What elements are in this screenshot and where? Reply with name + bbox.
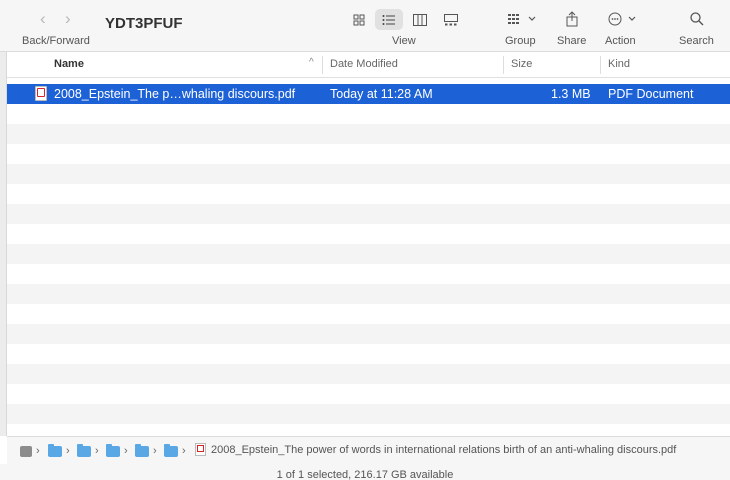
list-view-button[interactable] (375, 9, 403, 30)
search-icon (690, 12, 704, 26)
chevron-right-icon: › (153, 445, 157, 457)
empty-row (7, 144, 730, 164)
folder-icon (135, 443, 149, 457)
empty-row (7, 244, 730, 264)
grid-icon (353, 14, 365, 25)
file-kind: PDF Document (608, 87, 694, 101)
column-kind[interactable]: Kind (608, 58, 630, 70)
share-button[interactable] (563, 10, 581, 28)
chevron-right-icon: › (66, 445, 70, 457)
empty-row (7, 304, 730, 324)
column-header: Name ^ Date Modified Size Kind (7, 53, 730, 78)
group-label: Group (505, 35, 536, 47)
gallery-view-button[interactable] (437, 9, 465, 30)
back-icon[interactable]: ‹ (40, 9, 46, 29)
sort-ascending-icon: ^ (309, 57, 314, 68)
file-name: 2008_Epstein_The p…whaling discours.pdf (54, 87, 296, 101)
path-segment[interactable]: › (48, 443, 70, 457)
empty-row (7, 344, 730, 364)
empty-row (7, 204, 730, 224)
path-file-name[interactable]: 2008_Epstein_The power of words in inter… (211, 444, 676, 456)
folder-icon (164, 443, 178, 457)
share-label: Share (557, 35, 587, 47)
path-segment[interactable]: › (20, 445, 40, 457)
empty-row (7, 164, 730, 184)
sidebar-edge (0, 52, 7, 436)
file-date-modified: Today at 11:28 AM (330, 87, 433, 101)
folder-icon (77, 443, 91, 457)
folder-icon (106, 443, 120, 457)
columns-icon (413, 13, 427, 26)
chevron-right-icon: › (95, 445, 99, 457)
toolbar: ‹ › Back/Forward YDT3PFUF View Group Sha… (0, 0, 730, 52)
view-switcher (345, 9, 467, 31)
status-bar: 1 of 1 selected, 216.17 GB available (0, 464, 730, 480)
column-divider[interactable] (600, 56, 601, 74)
action-label: Action (605, 35, 636, 47)
empty-row (7, 104, 730, 124)
column-divider[interactable] (503, 56, 504, 74)
chevron-right-icon: › (182, 445, 186, 457)
chevron-right-icon: › (124, 445, 128, 457)
folder-icon (48, 443, 62, 457)
empty-row (7, 184, 730, 204)
empty-row (7, 404, 730, 424)
empty-row (7, 224, 730, 244)
empty-row (7, 424, 730, 436)
list-icon (382, 14, 395, 25)
icon-view-button[interactable] (345, 9, 373, 30)
group-icon (508, 14, 536, 24)
more-icon (608, 12, 636, 26)
file-size: 1.3 MB (551, 87, 591, 101)
path-segment[interactable]: › (106, 443, 128, 457)
action-button[interactable] (607, 10, 639, 28)
forward-icon[interactable]: › (65, 9, 71, 29)
column-date-modified[interactable]: Date Modified (330, 58, 398, 70)
file-row[interactable]: 2008_Epstein_The p…whaling discours.pdf … (7, 84, 730, 104)
window-title: YDT3PFUF (105, 15, 183, 32)
path-segment[interactable]: › (164, 443, 186, 457)
share-icon (566, 11, 578, 27)
empty-row (7, 124, 730, 144)
view-label: View (392, 35, 416, 47)
empty-row (7, 324, 730, 344)
gallery-icon (444, 13, 458, 25)
path-segment[interactable]: › (77, 443, 99, 457)
path-segment[interactable]: › (135, 443, 157, 457)
column-size[interactable]: Size (511, 58, 532, 70)
column-name[interactable]: Name (54, 58, 84, 70)
empty-row (7, 384, 730, 404)
empty-row (7, 364, 730, 384)
empty-row (7, 284, 730, 304)
column-divider[interactable] (322, 56, 323, 74)
back-forward-label: Back/Forward (22, 35, 90, 47)
empty-row (7, 264, 730, 284)
pdf-icon (35, 86, 47, 101)
search-label: Search (679, 35, 714, 47)
column-view-button[interactable] (406, 9, 434, 30)
path-bar: › › › › › › 2008_Epstein_The power of wo… (7, 436, 730, 464)
search-button[interactable] (689, 10, 705, 28)
drive-icon (20, 445, 32, 457)
group-button[interactable] (506, 10, 538, 28)
pdf-icon (195, 443, 206, 456)
chevron-right-icon: › (36, 445, 40, 457)
file-list: 2008_Epstein_The p…whaling discours.pdf … (7, 84, 730, 436)
